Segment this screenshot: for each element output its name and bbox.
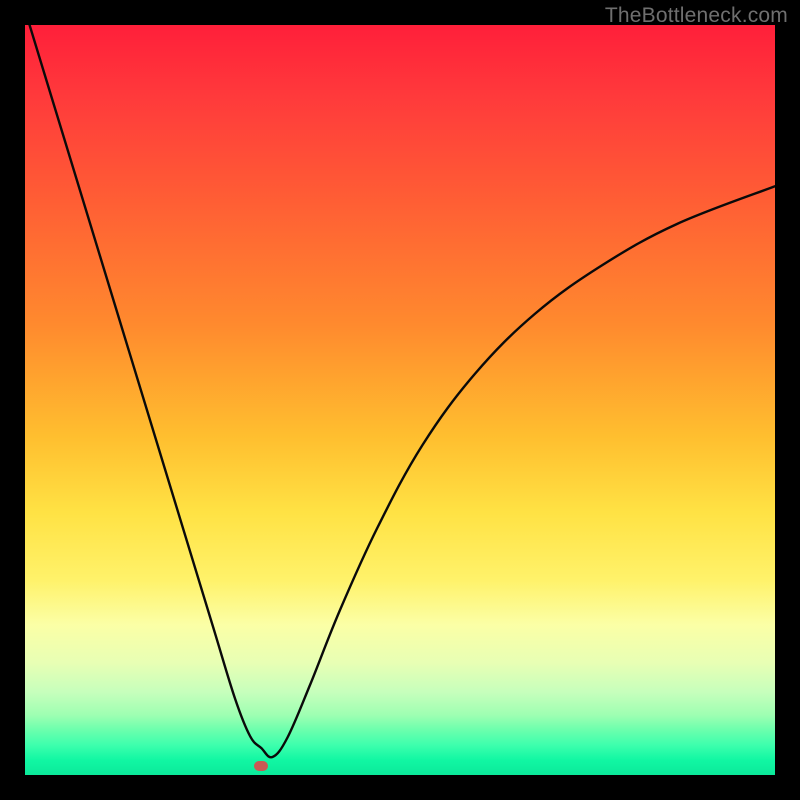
bottleneck-curve [25,25,775,757]
highlight-marker [254,761,268,771]
curve-layer [25,25,775,775]
chart-container: TheBottleneck.com [0,0,800,800]
plot-area [25,25,775,775]
